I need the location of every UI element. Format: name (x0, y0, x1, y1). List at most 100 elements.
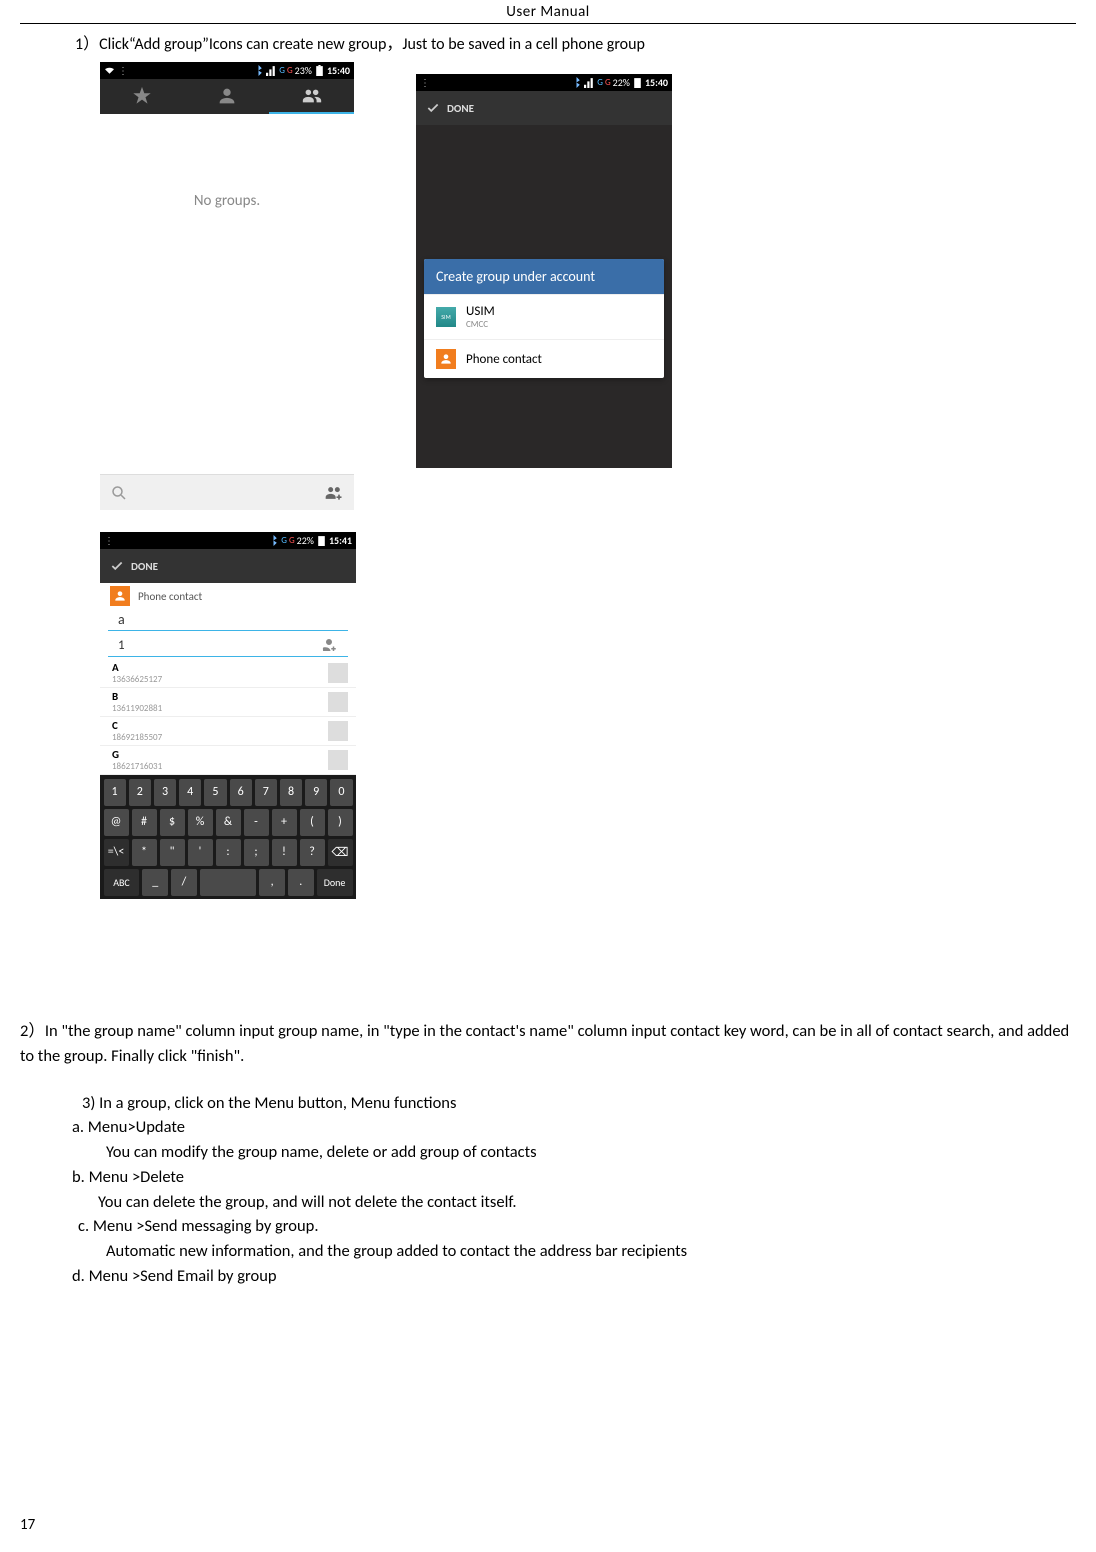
keyboard-key[interactable]: # (132, 809, 157, 836)
keyboard-key[interactable] (200, 869, 256, 896)
done-bar[interactable]: DONE (100, 549, 356, 583)
tab-groups[interactable] (269, 79, 354, 114)
keyboard-key[interactable]: =\< (104, 839, 129, 866)
menu-item-a-desc: You can modify the group name, delete or… (106, 1140, 1076, 1165)
page-number: 17 (20, 1516, 35, 1534)
add-group-icon[interactable] (324, 483, 344, 503)
bluetooth-icon (571, 77, 582, 88)
done-bar[interactable]: DONE (416, 91, 672, 125)
keyboard-key[interactable]: ' (188, 839, 213, 866)
avatar (328, 692, 348, 712)
clock-text: 15:40 (645, 76, 668, 89)
keyboard-key[interactable]: Done (317, 869, 353, 896)
keyboard-key[interactable]: ⌫ (328, 839, 353, 866)
keyboard-key[interactable]: & (216, 809, 241, 836)
tab-contacts[interactable] (185, 79, 270, 114)
keyboard-key[interactable]: @ (104, 809, 129, 836)
keyboard-key[interactable]: : (216, 839, 241, 866)
signal-icon (584, 77, 595, 88)
keyboard-key[interactable]: . (288, 869, 314, 896)
bluetooth-icon (253, 65, 264, 76)
phone-contact-label: Phone contact (138, 590, 202, 603)
check-icon (426, 101, 440, 115)
keyboard-key[interactable]: ; (244, 839, 269, 866)
clock-text: 15:41 (329, 534, 352, 547)
instruction-2: 2）In "the group name" column input group… (20, 1019, 1076, 1069)
menu-item-d: d. Menu >Send Email by group (72, 1264, 1076, 1289)
battery-text: 22% (613, 76, 630, 89)
keyboard-key[interactable]: , (259, 869, 285, 896)
menu-item-c-desc: Automatic new information, and the group… (106, 1239, 1076, 1264)
keyboard-key[interactable]: 9 (305, 779, 327, 806)
avatar (328, 750, 348, 770)
wifi-icon (104, 65, 115, 76)
keyboard-key[interactable]: + (272, 809, 297, 836)
keyboard-key[interactable]: 0 (330, 779, 352, 806)
keyboard-key[interactable]: * (132, 839, 157, 866)
keyboard-key[interactable]: 5 (204, 779, 226, 806)
check-icon (110, 559, 124, 573)
sim-icon: SIM (436, 307, 456, 327)
status-bar: ⋮ G G 22% 15:41 (100, 532, 356, 549)
keyboard-key[interactable]: _ (142, 869, 168, 896)
contact-icon (436, 349, 456, 369)
list-item[interactable]: A13636625127 (100, 659, 356, 688)
keyboard-key[interactable]: 4 (179, 779, 201, 806)
instruction-1: 1）Click“Add group”Icons can create new g… (75, 30, 1076, 54)
keyboard-key[interactable]: 3 (154, 779, 176, 806)
keyboard-key[interactable]: 8 (280, 779, 302, 806)
status-bar: ⋮ G G 22% 15:40 (416, 74, 672, 91)
tab-favorites[interactable] (100, 79, 185, 114)
battery-icon (632, 77, 643, 88)
keyboard-key[interactable]: 7 (255, 779, 277, 806)
search-icon[interactable] (110, 484, 128, 502)
no-groups-text: No groups. (100, 114, 354, 210)
keyboard-key[interactable]: / (171, 869, 197, 896)
menu-item-b-desc: You can delete the group, and will not d… (98, 1190, 1076, 1215)
keyboard-key[interactable]: 1 (104, 779, 126, 806)
bottom-bar (100, 474, 354, 510)
battery-text: 22% (297, 534, 314, 547)
status-bar: ⋮ G G 23% 15:40 (100, 62, 354, 79)
contact-list: A13636625127 B13611902881 C18692185507 G… (100, 659, 356, 775)
keyboard-key[interactable]: ABC (104, 869, 140, 896)
screenshot-groups-empty: ⋮ G G 23% 15:40 (100, 62, 354, 510)
list-item[interactable]: B13611902881 (100, 688, 356, 717)
option-usim[interactable]: SIM USIM CMCC (424, 294, 664, 339)
menu-item-b: b. Menu >Delete (72, 1165, 1076, 1190)
dialog-title: Create group under account (424, 259, 664, 294)
option-phone-contact[interactable]: Phone contact (424, 339, 664, 378)
tab-bar (100, 79, 354, 114)
keyboard[interactable]: 1234567890 @#$%&-+() =\<*"':;!?⌫ ABC_/,.… (100, 775, 356, 899)
bluetooth-icon (268, 535, 279, 546)
clock-text: 15:40 (327, 64, 350, 77)
keyboard-key[interactable]: ! (272, 839, 297, 866)
avatar (328, 663, 348, 683)
keyboard-key[interactable]: $ (160, 809, 185, 836)
keyboard-key[interactable]: 6 (230, 779, 252, 806)
keyboard-key[interactable]: % (188, 809, 213, 836)
menu-item-a: a. Menu>Update (72, 1115, 1076, 1140)
group-name-input[interactable]: a (108, 609, 348, 631)
page-header: User Manual (20, 0, 1076, 24)
keyboard-key[interactable]: ? (300, 839, 325, 866)
signal-icon (266, 65, 277, 76)
list-item[interactable]: C18692185507 (100, 717, 356, 746)
keyboard-key[interactable]: 2 (129, 779, 151, 806)
menu-item-c: c. Menu >Send messaging by group. (78, 1214, 1076, 1239)
step3-title: 3) In a group, click on the Menu button,… (82, 1091, 1076, 1116)
screenshot-add-contacts: ⋮ G G 22% 15:41 DONE (100, 532, 356, 981)
keyboard-key[interactable]: - (244, 809, 269, 836)
contact-search-input[interactable]: 1 (108, 634, 348, 657)
keyboard-key[interactable]: " (160, 839, 185, 866)
avatar (328, 721, 348, 741)
groups-body: No groups. (100, 114, 354, 474)
contact-icon (110, 586, 130, 606)
keyboard-key[interactable]: ) (328, 809, 353, 836)
keyboard-key[interactable]: ( (300, 809, 325, 836)
list-item[interactable]: G18621716031 (100, 746, 356, 775)
create-group-dialog: Create group under account SIM USIM CMCC (424, 259, 664, 378)
battery-icon (314, 65, 325, 76)
screenshot-create-group-dialog: ⋮ G G 22% 15:40 DONE (416, 74, 672, 468)
add-contact-icon[interactable] (320, 636, 338, 654)
